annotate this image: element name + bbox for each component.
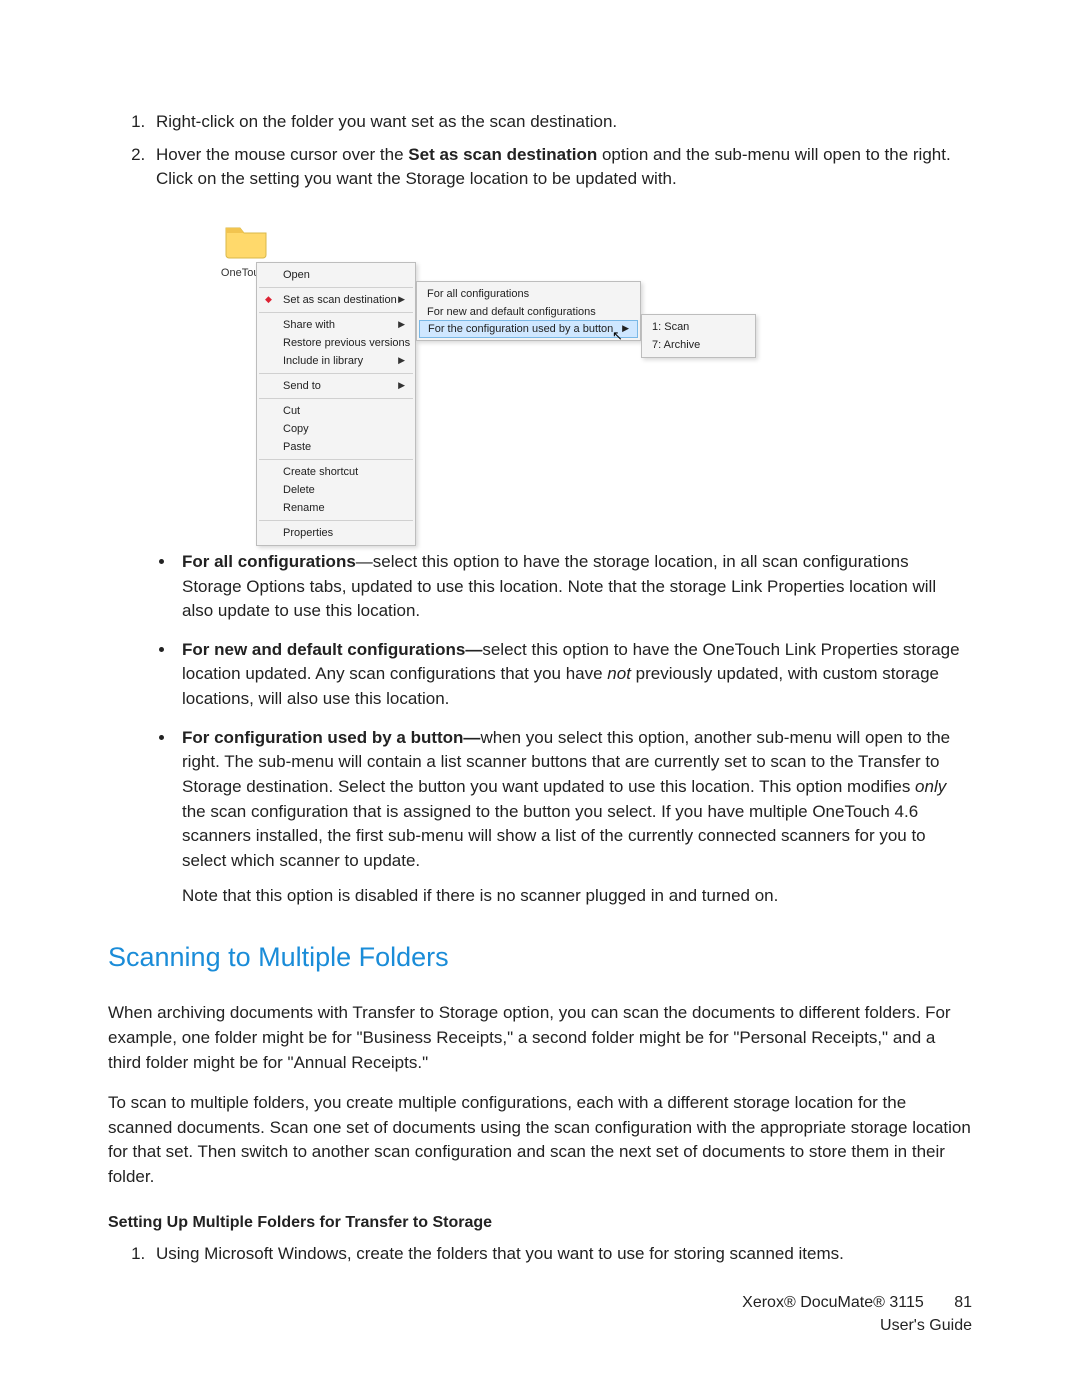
numbered-steps-1: Right-click on the folder you want set a… [108, 110, 972, 192]
submenu-scan-destination: For all configurations For new and defau… [416, 281, 641, 341]
footer-guide: User's Guide [742, 1315, 972, 1337]
menu-share-with[interactable]: Share with▶ [257, 316, 415, 334]
bullet-for-new-default: For new and default configurations—selec… [176, 638, 972, 712]
chevron-right-icon: ▶ [398, 380, 405, 391]
step-bold: Set as scan destination [408, 145, 597, 164]
step-2: Hover the mouse cursor over the Set as s… [150, 143, 972, 192]
paragraph-2: To scan to multiple folders, you create … [108, 1091, 972, 1190]
bullet-for-all: For all configurations—select this optio… [176, 550, 972, 624]
context-menu: Open Set as scan destination▶ Share with… [256, 262, 416, 546]
bullet-list: For all configurations—select this optio… [108, 550, 972, 908]
menu-separator [259, 398, 413, 399]
chevron-right-icon: ▶ [398, 294, 405, 305]
chevron-right-icon: ▶ [398, 319, 405, 330]
menu-separator [259, 373, 413, 374]
footer-product: Xerox® DocuMate® 3115 [742, 1294, 924, 1311]
menu-delete[interactable]: Delete [257, 481, 415, 499]
menu-paste[interactable]: Paste [257, 438, 415, 456]
submenu-button-archive[interactable]: 7: Archive [642, 336, 755, 354]
step-pre: Hover the mouse cursor over the [156, 145, 408, 164]
menu-set-scan-destination[interactable]: Set as scan destination▶ [257, 291, 415, 309]
bullet-for-button: For configuration used by a button—when … [176, 726, 972, 908]
bullet-post: the scan configuration that is assigned … [182, 802, 926, 870]
footer-page-number: 81 [954, 1292, 972, 1314]
page-footer: Xerox® DocuMate® 3115 81 User's Guide [742, 1292, 972, 1337]
context-menu-screenshot: OneTouch Open Set as scan destination▶ S… [216, 220, 756, 530]
folder-icon [222, 220, 270, 260]
subheading: Setting Up Multiple Folders for Transfer… [108, 1214, 972, 1232]
menu-rename[interactable]: Rename [257, 499, 415, 517]
menu-restore-previous[interactable]: Restore previous versions [257, 334, 415, 352]
menu-open[interactable]: Open [257, 266, 415, 284]
step-text: Right-click on the folder you want set a… [156, 112, 617, 131]
menu-separator [259, 459, 413, 460]
section-heading: Scanning to Multiple Folders [108, 942, 972, 973]
submenu-for-new-default[interactable]: For new and default configurations [417, 303, 640, 321]
submenu-for-button[interactable]: For the configuration used by a button▶ [419, 320, 638, 338]
bullet-italic: only [915, 777, 946, 796]
chevron-right-icon: ▶ [398, 355, 405, 366]
chevron-right-icon: ▶ [622, 323, 629, 334]
submenu-button-scan[interactable]: 1: Scan [642, 318, 755, 336]
bullet-bold: For configuration used by a button— [182, 728, 480, 747]
menu-copy[interactable]: Copy [257, 420, 415, 438]
bullet-bold: For all configurations [182, 552, 356, 571]
step-text: Using Microsoft Windows, create the fold… [156, 1244, 844, 1263]
menu-separator [259, 287, 413, 288]
numbered-steps-2: Using Microsoft Windows, create the fold… [108, 1242, 972, 1267]
menu-create-shortcut[interactable]: Create shortcut [257, 463, 415, 481]
document-page: Right-click on the folder you want set a… [0, 0, 1080, 1397]
menu-include-library[interactable]: Include in library▶ [257, 352, 415, 370]
step2-1: Using Microsoft Windows, create the fold… [150, 1242, 972, 1267]
submenu-for-all[interactable]: For all configurations [417, 285, 640, 303]
bullet-italic: not [607, 664, 631, 683]
submenu-buttons: 1: Scan 7: Archive [641, 314, 756, 358]
step-1: Right-click on the folder you want set a… [150, 110, 972, 135]
bullet-bold: For new and default configurations— [182, 640, 482, 659]
bullet-note: Note that this option is disabled if the… [182, 884, 972, 909]
menu-cut[interactable]: Cut [257, 402, 415, 420]
paragraph-1: When archiving documents with Transfer t… [108, 1001, 972, 1075]
menu-send-to[interactable]: Send to▶ [257, 377, 415, 395]
menu-properties[interactable]: Properties [257, 524, 415, 542]
menu-separator [259, 312, 413, 313]
menu-separator [259, 520, 413, 521]
